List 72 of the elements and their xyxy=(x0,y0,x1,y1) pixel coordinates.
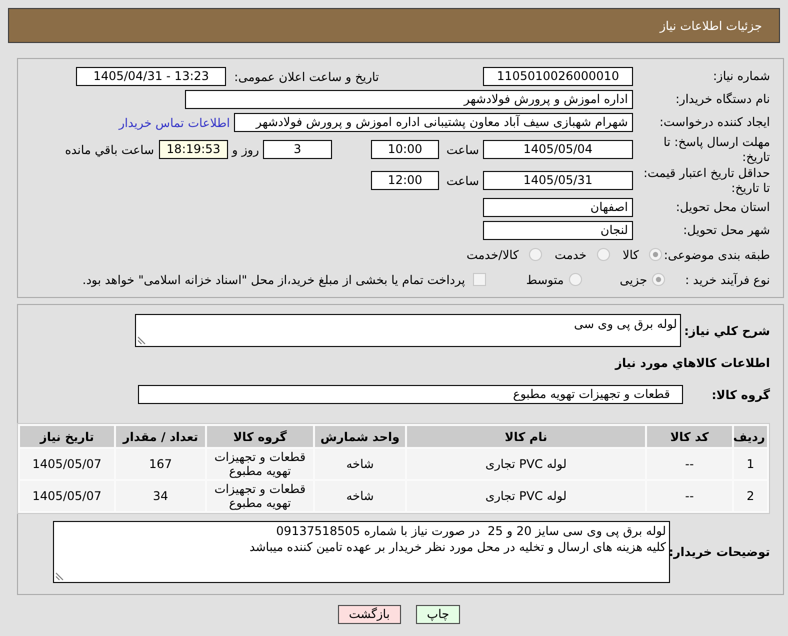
province-field[interactable]: اصفهان xyxy=(483,198,633,217)
radio-label: جزیی xyxy=(620,272,648,286)
field-label: روز و xyxy=(230,142,260,156)
field-label: حداقل تاریخ اعتبار قیمت: تا تاریخ: xyxy=(642,166,770,196)
time-field[interactable]: 12:00 xyxy=(371,171,439,190)
section-title: اطلاعات کالاهاي مورد نیاز xyxy=(614,355,770,371)
buyer-notes-field[interactable]: لوله برق پی وی سی سایز 20 و 25 در صورت نیاز با شماره 09137518505 کلیه هزینه های ارسال و تخلیه در محل مورد نظر خریدار بر عهده تامین کننده میباشد xyxy=(53,521,670,583)
page-title: جزئیات اطلاعات نیاز xyxy=(660,18,762,32)
table-cell: -- xyxy=(647,481,732,511)
radio-button[interactable] xyxy=(596,248,610,261)
table-header-cell: ردیف xyxy=(734,426,767,447)
field-label: نوع فرآیند خرید : xyxy=(685,272,770,286)
field-label: شهر محل تحویل: xyxy=(682,223,770,238)
resize-grip-icon[interactable] xyxy=(137,336,146,345)
requester-field[interactable]: شهرام شهبازی سیف آباد معاون پشتیبانی اداره اموزش و پرورش فولادشهر xyxy=(234,113,633,132)
table-cell: قطعات و تجهیزات تهویه مطبوع xyxy=(207,449,313,479)
date-field[interactable]: 1405/05/04 xyxy=(483,140,633,159)
field-label: تاریخ و ساعت اعلان عمومی: xyxy=(234,70,379,84)
table-cell: 2 xyxy=(734,481,767,511)
radio-label: کالا xyxy=(622,248,639,262)
field-label: استان محل تحویل: xyxy=(674,200,770,215)
goods-group-field[interactable]: قطعات و تجهیزات تهویه مطبوع xyxy=(138,385,683,404)
days-field[interactable]: 3 xyxy=(263,140,332,159)
field-label: طبقه بندی موضوعی: xyxy=(664,248,770,262)
field-label: گروه کالا: xyxy=(710,388,770,402)
field-label: ساعت xyxy=(445,142,480,156)
radio-label: کالا/خدمت xyxy=(466,248,519,262)
print-button[interactable]: چاپ xyxy=(416,605,460,624)
contact-info-link[interactable]: اطلاعات تماس خریدار xyxy=(118,116,230,130)
field-label: نام دستگاه خریدار: xyxy=(674,92,770,107)
buyer-name-field[interactable]: اداره اموزش و پرورش فولادشهر xyxy=(185,90,633,109)
table-cell: شاخه xyxy=(315,449,405,479)
time-field[interactable]: 10:00 xyxy=(371,140,439,159)
remaining-time-field[interactable]: 18:19:53 xyxy=(159,140,228,159)
announcement-date-field[interactable]: 1405/04/31 - 13:23 xyxy=(76,67,226,86)
table-cell: لوله PVC تجاری xyxy=(407,449,645,479)
field-label: ساعت xyxy=(445,174,480,188)
city-field[interactable]: لنجان xyxy=(483,221,633,240)
table-header-cell: تعداد / مقدار xyxy=(116,426,205,447)
need-number-field[interactable]: 1105010026000010 xyxy=(483,67,633,86)
field-label: توضیحات خریدار: xyxy=(670,545,770,559)
radio-label: متوسط xyxy=(526,272,564,286)
radio-button[interactable] xyxy=(568,273,582,286)
table-cell: 1 xyxy=(734,449,767,479)
table-header-cell: واحد شمارش xyxy=(315,426,405,447)
radio-button[interactable] xyxy=(528,248,542,261)
field-label: مهلت ارسال پاسخ: تا تاریخ: xyxy=(662,134,770,164)
checkbox[interactable] xyxy=(473,273,486,286)
field-label: شرح کلي نیاز: xyxy=(683,324,770,338)
checkbox-label: پرداخت تمام یا بخشی از مبلغ خرید،از محل "اسناد خزانه اسلامی" خواهد بود. xyxy=(82,272,466,286)
table-cell: -- xyxy=(647,449,732,479)
radio-label: خدمت xyxy=(554,248,587,262)
description-field[interactable]: لوله برق پی وی سی xyxy=(135,314,681,347)
date-field[interactable]: 1405/05/31 xyxy=(483,171,633,190)
table-header-cell: کد کالا xyxy=(647,426,732,447)
table-header-cell: نام کالا xyxy=(407,426,645,447)
field-label: شماره نیاز: xyxy=(712,69,770,84)
table-header-cell: تاریخ نیاز xyxy=(20,426,114,447)
radio-button[interactable] xyxy=(648,248,662,261)
back-button[interactable]: بازگشت xyxy=(338,605,401,624)
table-cell: قطعات و تجهیزات تهویه مطبوع xyxy=(207,481,313,511)
table-header-cell: گروه کالا xyxy=(207,426,313,447)
table-cell: 167 xyxy=(116,449,205,479)
resize-grip-icon[interactable] xyxy=(55,572,64,581)
radio-button[interactable] xyxy=(652,273,666,286)
table-cell: 1405/05/07 xyxy=(20,481,114,511)
field-label: ساعت باقي مانده xyxy=(64,142,154,156)
table-cell: 1405/05/07 xyxy=(20,449,114,479)
table-cell: 34 xyxy=(116,481,205,511)
field-label: ایجاد کننده درخواست: xyxy=(658,115,770,130)
table-cell: شاخه xyxy=(315,481,405,511)
table-cell: لوله PVC تجاری xyxy=(407,481,645,511)
